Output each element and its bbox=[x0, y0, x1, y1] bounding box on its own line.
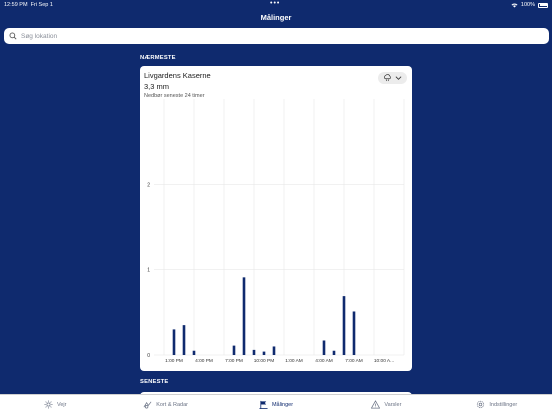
tab-varsler[interactable]: Varsler bbox=[331, 395, 441, 414]
status-time: 12:59 PM Fri Sep 1 bbox=[4, 2, 53, 8]
section-nearest-label: NÆRMESTE bbox=[140, 55, 176, 61]
precipitation-bar bbox=[252, 349, 256, 355]
y-tick-label: 1 bbox=[147, 268, 150, 274]
x-tick-label: 1:00 AM bbox=[285, 358, 303, 364]
x-tick-label: 4:00 PM bbox=[195, 358, 213, 364]
page-title: Målinger bbox=[260, 13, 292, 22]
gear-icon bbox=[477, 400, 485, 409]
status-bar: 12:59 PM Fri Sep 1 ••• 100% bbox=[0, 0, 552, 10]
x-tick-label: 4:00 AM bbox=[315, 358, 333, 364]
tab-label: Varsler bbox=[384, 401, 402, 408]
multitasking-dots-icon[interactable]: ••• bbox=[270, 0, 280, 7]
precipitation-bar bbox=[262, 351, 266, 355]
tab-label: Kort & Radar bbox=[156, 401, 188, 408]
tab-label: Målinger bbox=[271, 401, 294, 408]
y-tick-label: 0 bbox=[147, 353, 150, 359]
warning-icon bbox=[371, 400, 381, 409]
status-right: 100% bbox=[511, 2, 548, 8]
tab-label: Indstillinger bbox=[489, 401, 518, 408]
section-recent-label: SENESTE bbox=[140, 379, 169, 385]
precipitation-bar bbox=[182, 325, 186, 355]
precipitation-bar bbox=[342, 296, 346, 355]
tab-vejr[interactable]: Vejr bbox=[0, 395, 110, 414]
precipitation-bar bbox=[272, 346, 276, 355]
precipitation-bar bbox=[322, 340, 326, 355]
map-icon bbox=[143, 401, 152, 409]
x-tick-label: 1:00 PM bbox=[165, 358, 183, 364]
station-card[interactable]: Livgardens Kaserne 3,3 mm Nedbør seneste… bbox=[140, 66, 412, 371]
tab-malinger[interactable]: Målinger bbox=[221, 395, 331, 414]
search-input[interactable] bbox=[21, 32, 521, 40]
precipitation-bar bbox=[332, 350, 336, 355]
x-tick-label: 7:00 AM bbox=[345, 358, 363, 364]
precipitation-bar bbox=[172, 329, 176, 355]
precipitation-bar bbox=[192, 350, 196, 355]
wifi-icon bbox=[511, 3, 518, 7]
battery-icon bbox=[538, 2, 548, 8]
tab-indstillinger[interactable]: Indstillinger bbox=[442, 395, 552, 414]
sun-icon bbox=[44, 400, 53, 409]
flag-icon bbox=[259, 400, 268, 409]
y-tick-label: 2 bbox=[147, 182, 150, 188]
precipitation-bar bbox=[232, 345, 236, 355]
tab-label: Vejr bbox=[56, 401, 67, 408]
precipitation-chart: 0 1 2 1:00 PM 4:00 PM 7:00 PM 10:00 PM 1:00 AM 4… bbox=[147, 99, 405, 364]
x-tick-label: 7:00 PM bbox=[225, 358, 243, 364]
battery-percent: 100% bbox=[520, 2, 535, 8]
precipitation-bar bbox=[242, 277, 246, 355]
tab-bar: Vejr Kort & Radar Målinger Varsler Indst… bbox=[0, 394, 552, 414]
tab-kort-radar[interactable]: Kort & Radar bbox=[110, 395, 220, 414]
search-bar[interactable] bbox=[4, 28, 549, 44]
x-tick-label: 10:00 PM bbox=[254, 358, 275, 364]
search-icon bbox=[9, 32, 17, 40]
precipitation-bar bbox=[352, 311, 356, 355]
x-tick-label: 10:00 A... bbox=[374, 358, 394, 364]
